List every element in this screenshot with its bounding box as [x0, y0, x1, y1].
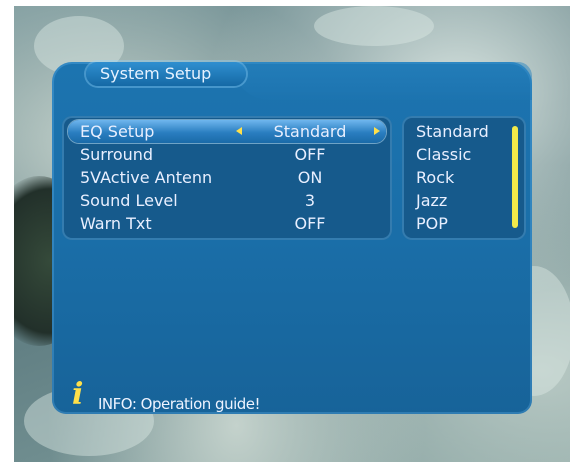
arrow-right-icon[interactable] — [374, 127, 380, 135]
info-i-icon: i — [72, 377, 84, 412]
panel-title: System Setup — [86, 62, 246, 86]
menu-item-label: 5VActive Antenn — [80, 168, 213, 187]
background-coral — [314, 6, 434, 46]
info-bar: i INFO: Operation guide! — [66, 380, 528, 414]
menu-item-value: OFF — [294, 214, 326, 233]
menu-item-surround[interactable]: Surround OFF — [68, 143, 386, 166]
eq-options-list: Standard Classic Rock Jazz POP — [402, 116, 526, 240]
option-item[interactable]: Jazz — [416, 189, 447, 212]
option-item[interactable]: Standard — [416, 120, 489, 143]
menu-item-label: Warn Txt — [80, 214, 152, 233]
menu-item-eq-setup[interactable]: EQ Setup Standard — [68, 120, 386, 143]
menu-item-sound-level[interactable]: Sound Level 3 — [68, 189, 386, 212]
menu-item-value: Standard — [273, 122, 347, 141]
settings-menu: EQ Setup Standard Surround OFF 5VActive … — [62, 116, 392, 240]
menu-item-label: EQ Setup — [80, 122, 155, 141]
menu-item-value: 3 — [304, 191, 316, 210]
menu-item-value: ON — [297, 168, 323, 187]
info-text: INFO: Operation guide! — [98, 395, 261, 413]
arrow-left-icon[interactable] — [236, 127, 242, 135]
menu-item-warn-txt[interactable]: Warn Txt OFF — [68, 212, 386, 235]
menu-item-active-antenna[interactable]: 5VActive Antenn ON — [68, 166, 386, 189]
options-scrollbar[interactable] — [512, 126, 518, 228]
option-item[interactable]: Rock — [416, 166, 454, 189]
menu-item-value: OFF — [294, 145, 326, 164]
menu-item-label: Surround — [80, 145, 154, 164]
option-item[interactable]: Classic — [416, 143, 471, 166]
menu-item-label: Sound Level — [80, 191, 178, 210]
option-item[interactable]: POP — [416, 212, 448, 235]
